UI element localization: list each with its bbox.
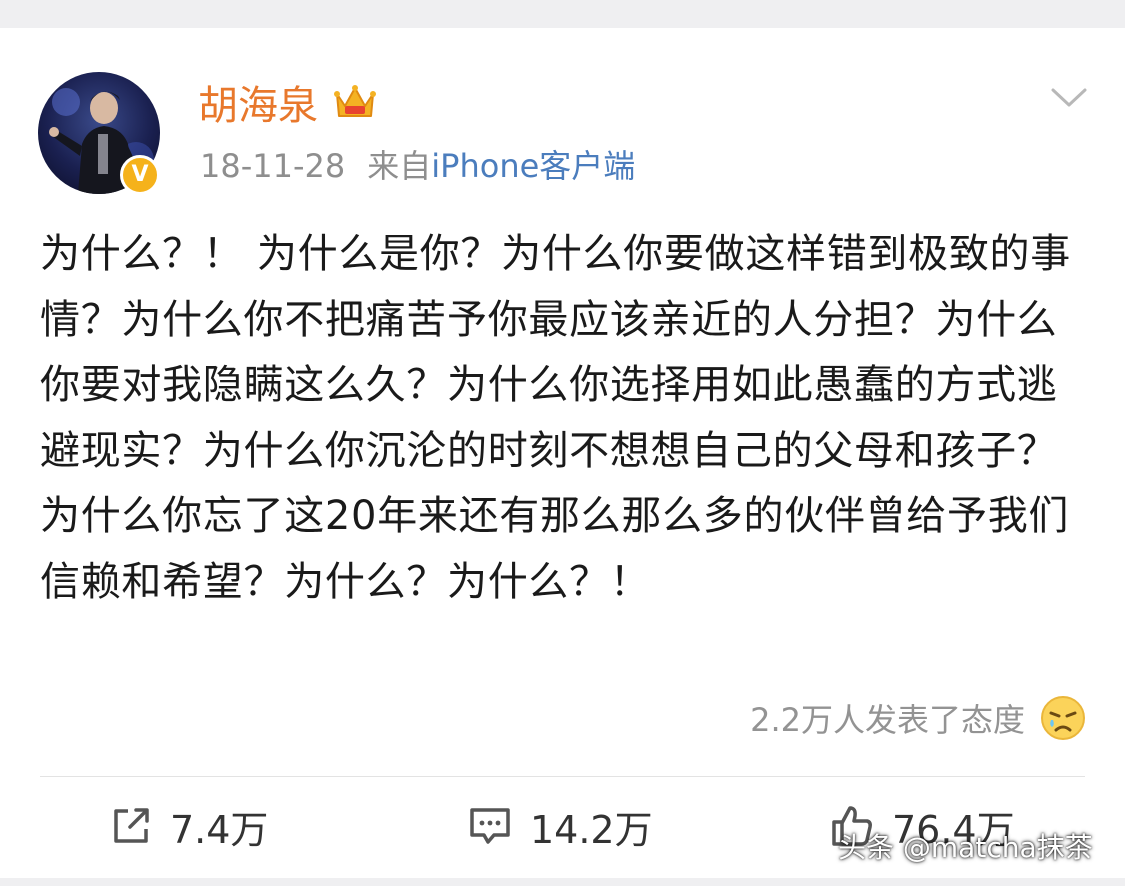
post-date: 18-11-28 [200,147,346,185]
reactions-count: 2.2万人发表了态度 [750,701,1025,739]
watermark: 头条 @matcha抹茶 [838,831,1093,864]
weibo-post-screen: V 胡海泉 18-11-28 来自iPhone客户端 为什么？！ 为什么是你？为什… [0,0,1125,886]
crown-icon [334,85,376,117]
source-link[interactable]: iPhone客户端 [431,147,635,185]
actions-divider [40,776,1085,777]
source-prefix: 来自 [367,147,432,185]
repost-count: 7.4万 [170,807,269,852]
chevron-down-icon[interactable] [1050,86,1088,110]
verified-badge: V [120,155,160,195]
comment-count: 14.2万 [530,807,653,852]
bottom-background-strip [0,878,1125,886]
comment-icon [470,808,510,844]
author-name[interactable]: 胡海泉 [198,80,318,132]
reactions-summary[interactable]: 2.2万人发表了态度 [750,692,1087,744]
repost-button[interactable]: 7.4万 [110,800,268,852]
top-background-strip [0,0,1125,28]
repost-icon [114,808,149,843]
post-meta: 18-11-28 来自iPhone客户端 [200,144,635,188]
post-text: 为什么？！ 为什么是你？为什么你要做这样错到极致的事情？为什么你不把痛苦予你最应… [40,231,1071,605]
comment-button[interactable]: 14.2万 [468,800,653,852]
crying-emoji-icon [1041,696,1085,740]
